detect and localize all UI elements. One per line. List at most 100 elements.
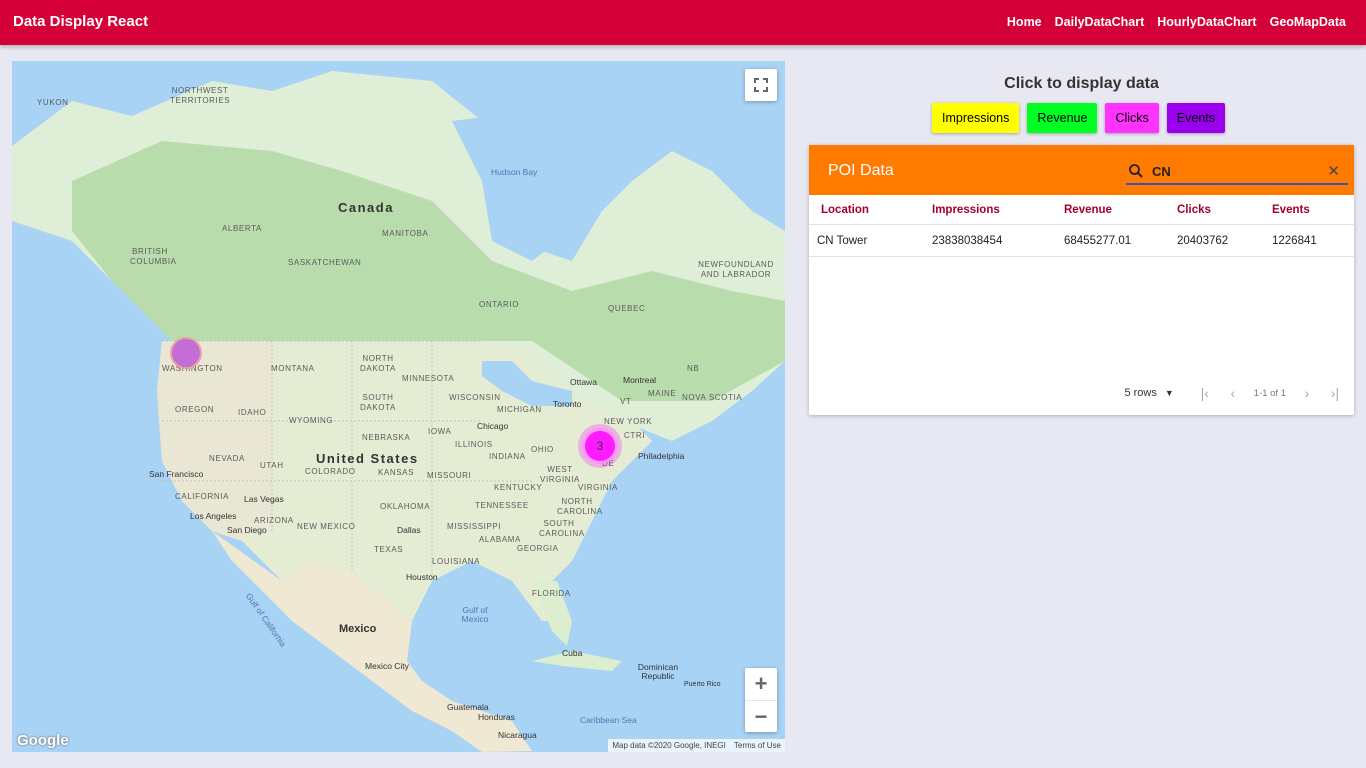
last-page-icon[interactable]: ›| (1328, 385, 1342, 401)
google-map[interactable]: YUKON NORTHWEST TERRITORIES Canada Hudso… (12, 61, 785, 752)
events-button[interactable]: Events (1166, 103, 1225, 133)
zoom-in-button[interactable]: + (745, 668, 777, 700)
map-label-michigan: MICHIGAN (497, 405, 542, 414)
impressions-button[interactable]: Impressions (932, 103, 1020, 133)
map-label-mexico: Mexico (339, 623, 377, 635)
map-label-ctri: CTRI (624, 431, 646, 440)
revenue-button[interactable]: Revenue (1027, 103, 1098, 133)
clear-search-icon[interactable]: ✕ (1327, 162, 1340, 180)
map-label-iowa: IOWA (428, 427, 452, 436)
map-label-oregon: OREGON (175, 405, 215, 414)
table-toolbar: POI Data ✕ (809, 145, 1354, 195)
column-header-events[interactable]: Events (1260, 195, 1354, 225)
fullscreen-icon (754, 78, 768, 92)
map-label-bc: BRITISH COLUMBIA (130, 247, 177, 266)
map-label-alabama: ALABAMA (479, 535, 521, 544)
map-label-alberta: ALBERTA (222, 224, 262, 233)
map-label-quebec: QUEBEC (608, 304, 646, 313)
data-toggle-buttons: Impressions Revenue Clicks Events (932, 103, 1225, 133)
map-label-los-angeles: Los Angeles (190, 511, 237, 521)
map-label-texas: TEXAS (374, 545, 404, 554)
page-info: 1-1 of 1 (1253, 387, 1286, 399)
table-pagination: 5 rows ▼ |‹ ‹ 1-1 of 1 › ›| (1124, 385, 1342, 401)
previous-page-icon[interactable]: ‹ (1226, 385, 1240, 401)
map-label-new-york: NEW YORK (604, 417, 653, 426)
rows-per-page-select[interactable]: 5 rows ▼ (1124, 387, 1173, 399)
map-label-united-states: United States (316, 451, 419, 466)
map-label-yukon: YUKON (37, 98, 69, 107)
map-label-idaho: IDAHO (238, 408, 267, 417)
fullscreen-button[interactable] (745, 69, 777, 101)
clicks-button[interactable]: Clicks (1105, 103, 1159, 133)
next-page-icon[interactable]: › (1300, 385, 1314, 401)
map-label-wisconsin: WISCONSIN (449, 393, 501, 402)
map-label-canada: Canada (338, 200, 394, 215)
map-label-dallas: Dallas (397, 525, 421, 535)
map-label-minnesota: MINNESOTA (402, 374, 455, 383)
map-label-mississippi: MISSISSIPPI (447, 522, 502, 531)
column-header-revenue[interactable]: Revenue (1052, 195, 1165, 225)
nav-home[interactable]: Home (1007, 15, 1042, 29)
map-label-nova-scotia: NOVA SCOTIA (682, 393, 743, 402)
map-label-louisiana: LOUISIANA (432, 557, 481, 566)
map-label-nb: NB (687, 364, 700, 373)
map-label-indiana: INDIANA (489, 452, 526, 461)
map-label-ontario: ONTARIO (479, 300, 520, 309)
map-label-tennessee: TENNESSEE (475, 501, 529, 510)
nav-hourly-data-chart[interactable]: HourlyDataChart (1157, 15, 1256, 29)
map-label-nicaragua: Nicaragua (498, 730, 537, 740)
map-label-oklahoma: OKLAHOMA (380, 502, 431, 511)
map-label-manitoba: MANITOBA (382, 229, 429, 238)
map-label-virginia: VIRGINIA (578, 483, 618, 492)
map-label-cuba: Cuba (562, 648, 583, 658)
map-label-nevada: NEVADA (209, 454, 245, 463)
map-label-kansas: KANSAS (378, 468, 415, 477)
map-label-gulf-of-mexico: Gulf of Mexico (461, 605, 489, 624)
map-cluster-marker[interactable]: 3 (578, 424, 622, 468)
app-title[interactable]: Data Display React (13, 13, 148, 30)
map-label-guatemala: Guatemala (447, 702, 489, 712)
zoom-out-button[interactable]: − (745, 700, 777, 733)
poi-data-table: POI Data ✕ Location Impressions Revenue … (809, 145, 1354, 415)
zoom-control: + − (745, 668, 777, 732)
table-row[interactable]: CN Tower 23838038454 68455277.01 2040376… (809, 224, 1354, 257)
map-label-north-carolina: NORTH CAROLINA (557, 497, 603, 516)
map-marker-seattle[interactable] (170, 337, 202, 369)
search-input[interactable] (1150, 162, 1314, 180)
column-header-location[interactable]: Location (809, 195, 920, 225)
map-label-san-diego: San Diego (227, 525, 267, 535)
map-label-south-carolina: SOUTH CAROLINA (539, 519, 585, 538)
map-label-saskatchewan: SASKATCHEWAN (288, 258, 362, 267)
column-header-impressions[interactable]: Impressions (920, 195, 1052, 225)
map-data-credit: Map data ©2020 Google, INEGI (612, 741, 726, 750)
data-table: Location Impressions Revenue Clicks Even… (809, 195, 1354, 257)
first-page-icon[interactable]: |‹ (1198, 385, 1212, 401)
map-label-north-dakota: NORTH DAKOTA (360, 354, 396, 373)
map-label-utah: UTAH (260, 461, 284, 470)
map-label-hudson-bay: Hudson Bay (491, 167, 538, 177)
map-label-vt: VT (620, 397, 632, 406)
map-label-wyoming: WYOMING (289, 416, 334, 425)
map-label-puerto-rico: Puerto Rico (684, 681, 721, 688)
map-label-newfoundland: NEWFOUNDLAND AND LABRADOR (698, 260, 774, 279)
terms-of-use-link[interactable]: Terms of Use (734, 741, 781, 750)
column-header-clicks[interactable]: Clicks (1165, 195, 1260, 225)
map-label-san-francisco: San Francisco (149, 469, 204, 479)
map-label-ottawa: Ottawa (570, 377, 597, 387)
map-label-california: CALIFORNIA (175, 492, 230, 501)
map-label-houston: Houston (406, 572, 438, 582)
map-label-illinois: ILLINOIS (455, 440, 493, 449)
map-label-nwt: NORTHWEST TERRITORIES (170, 86, 231, 105)
map-label-maine: MAINE (648, 389, 677, 398)
cluster-count: 3 (585, 431, 615, 461)
map-label-toronto: Toronto (553, 399, 582, 409)
map-label-chicago: Chicago (477, 421, 509, 431)
map-label-new-mexico: NEW MEXICO (297, 522, 356, 531)
map-label-ohio: OHIO (531, 445, 554, 454)
table-header-row: Location Impressions Revenue Clicks Even… (809, 195, 1354, 225)
nav-geo-map-data[interactable]: GeoMapData (1270, 15, 1346, 29)
map-label-philadelphia: Philadelphia (638, 451, 685, 461)
table-search: ✕ (1126, 159, 1348, 185)
map-label-honduras: Honduras (478, 712, 515, 722)
nav-daily-data-chart[interactable]: DailyDataChart (1055, 15, 1145, 29)
